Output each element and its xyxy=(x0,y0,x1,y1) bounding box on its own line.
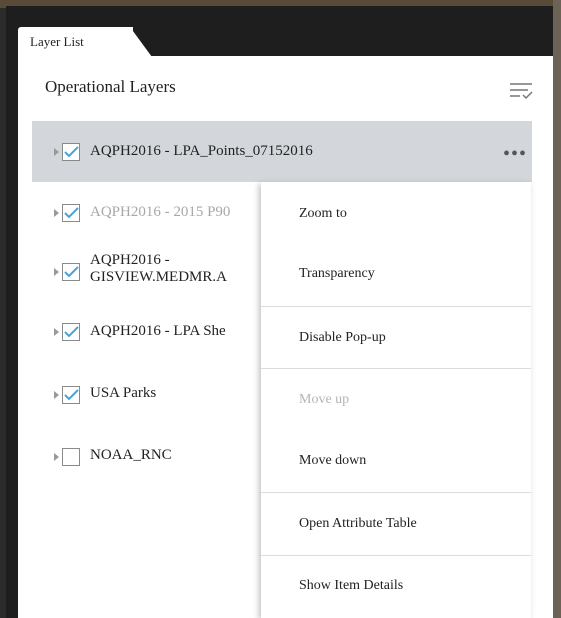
expand-arrow-icon[interactable] xyxy=(54,328,59,336)
map-backdrop-right xyxy=(553,0,561,618)
layer-row-lpa-points[interactable]: AQPH2016 - LPA_Points_07152016 ••• xyxy=(32,121,532,182)
layer-label-line1: AQPH2016 - xyxy=(90,252,170,268)
layer-label: AQPH2016 - LPA_Points_07152016 xyxy=(90,143,313,159)
tab-label: Layer List xyxy=(30,34,84,49)
layer-context-menu: Zoom to Transparency Disable Pop-up Move… xyxy=(261,182,531,618)
layer-checkbox[interactable] xyxy=(62,323,80,341)
expand-arrow-icon[interactable] xyxy=(54,148,59,156)
layer-checkbox[interactable] xyxy=(62,143,80,161)
layer-checkbox[interactable] xyxy=(62,204,80,222)
layer-label: AQPH2016 - 2015 P90 xyxy=(90,204,231,220)
layer-label: AQPH2016 - LPA She xyxy=(90,323,226,339)
menu-divider xyxy=(261,492,531,493)
filter-list-icon[interactable] xyxy=(504,80,534,102)
tab-corner xyxy=(130,27,152,57)
menu-divider xyxy=(261,555,531,556)
layer-label-line2: GISVIEW.MEDMR.A xyxy=(90,269,227,285)
more-options-icon[interactable]: ••• xyxy=(503,144,527,164)
menu-item-show-item-details[interactable]: Show Item Details xyxy=(299,578,403,594)
menu-divider xyxy=(261,368,531,369)
menu-item-transparency[interactable]: Transparency xyxy=(299,266,375,282)
layer-label: USA Parks xyxy=(90,385,157,401)
expand-arrow-icon[interactable] xyxy=(54,391,59,399)
menu-divider xyxy=(261,306,531,307)
menu-item-move-down[interactable]: Move down xyxy=(299,453,366,469)
expand-arrow-icon[interactable] xyxy=(54,209,59,217)
layer-checkbox[interactable] xyxy=(62,386,80,404)
expand-arrow-icon[interactable] xyxy=(54,268,59,276)
menu-item-open-attribute-table[interactable]: Open Attribute Table xyxy=(299,516,417,532)
layer-checkbox[interactable] xyxy=(62,263,80,281)
menu-item-zoom-to[interactable]: Zoom to xyxy=(299,206,347,222)
layer-label: NOAA_RNC xyxy=(90,447,172,463)
panel-title: Operational Layers xyxy=(45,77,176,96)
expand-arrow-icon[interactable] xyxy=(54,453,59,461)
menu-item-disable-popup[interactable]: Disable Pop-up xyxy=(299,330,386,346)
menu-item-move-up: Move up xyxy=(299,392,350,407)
layer-checkbox[interactable] xyxy=(62,448,80,466)
